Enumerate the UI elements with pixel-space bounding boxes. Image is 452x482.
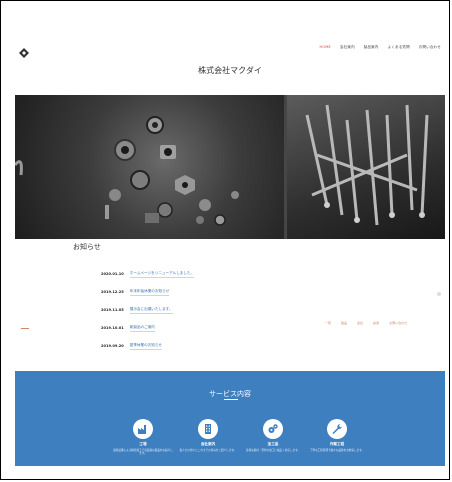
service-label: 作業工程 — [329, 442, 345, 446]
side-links: 一覧 製品 会社 採用 お問い合わせ — [325, 321, 407, 325]
service-label: 会社案内 — [200, 442, 216, 446]
news-heading: お知らせ — [73, 243, 101, 251]
nav-item-faq[interactable]: よくある質問 — [388, 45, 410, 50]
service-card-factory[interactable]: 工場 最新設備による精密加工で高品質な製品をお届けします。 — [108, 419, 178, 456]
news-item: 2019.10.01 新製品のご案内 — [101, 319, 194, 337]
nav-item-home[interactable]: HOME — [320, 45, 331, 50]
news-item: 2019.12.25 年末年始休業のお知らせ — [101, 283, 194, 301]
factory-icon — [133, 419, 153, 439]
service-card-products[interactable]: 加工品 多様な素材・形状の加工に幅広く対応します。 — [238, 419, 308, 452]
hero-image-shafts — [287, 95, 445, 239]
nav-item-contact[interactable]: お問い合わせ — [419, 45, 441, 50]
heading-underline — [224, 399, 238, 400]
news-item: 2019.11.05 展示会に出展いたします。 — [101, 301, 194, 319]
service-desc: 丁寧な工程管理で確かな品質をお約束します。 — [309, 449, 365, 452]
news-date: 2019.09.20 — [101, 344, 124, 348]
news-date: 2019.11.05 — [101, 308, 124, 312]
services-section: サービス内容 工場 最新設備による精密加工で高品質な製品をお届けします。 会社案… — [15, 371, 445, 466]
nav-item-products[interactable]: 製品案内 — [364, 45, 379, 50]
service-desc: 最新設備による精密加工で高品質な製品をお届けします。 — [113, 449, 173, 456]
website: HOME 会社案内 製品案内 よくある質問 お問い合わせ 株式会社マクダイ お知… — [15, 41, 445, 466]
hero-image-parts — [15, 95, 285, 239]
side-link[interactable]: 採用 — [373, 321, 379, 325]
news-item: 2020.01.10 ホームページをリニューアルしました。 — [101, 265, 195, 283]
news-date: 2020.01.10 — [101, 272, 124, 276]
news-date: 2019.10.01 — [101, 326, 124, 330]
main-nav: HOME 会社案内 製品案内 よくある質問 お問い合わせ — [320, 45, 441, 50]
side-link[interactable]: 一覧 — [325, 321, 331, 325]
service-card-process[interactable]: 作業工程 丁寧な工程管理で確かな品質をお約束します。 — [302, 419, 372, 452]
company-name: 株式会社マクダイ — [198, 66, 262, 75]
service-card-company[interactable]: 会社案内 私たちの想いとこれまでの歩みをご紹介します。 — [173, 419, 243, 452]
side-link[interactable]: お問い合わせ — [389, 321, 407, 325]
service-label: 加工品 — [267, 442, 279, 446]
gears-icon — [263, 419, 283, 439]
news-link[interactable]: 年末年始休業のお知らせ — [129, 289, 170, 296]
service-desc: 多様な素材・形状の加工に幅広く対応します。 — [245, 449, 301, 452]
nav-item-company[interactable]: 会社案内 — [340, 45, 355, 50]
building-icon — [198, 419, 218, 439]
side-mark — [21, 328, 29, 329]
news-item: 2019.09.20 夏季休業のお知らせ — [101, 337, 194, 355]
scroll-dot[interactable] — [437, 292, 441, 296]
company-logo[interactable] — [19, 43, 29, 58]
side-link[interactable]: 会社 — [357, 321, 363, 325]
side-link[interactable]: 製品 — [341, 321, 347, 325]
wrench-icon — [327, 419, 347, 439]
service-desc: 私たちの想いとこれまでの歩みをご紹介します。 — [179, 449, 237, 452]
news-link[interactable]: 新製品のご案内 — [129, 325, 155, 332]
news-date: 2019.12.25 — [101, 290, 124, 294]
services-heading: サービス内容 — [209, 390, 251, 398]
news-link[interactable]: 夏季休業のお知らせ — [129, 343, 163, 350]
news-list: 2020.01.10 ホームページをリニューアルしました。 2019.12.25… — [101, 265, 195, 355]
service-label: 工場 — [139, 442, 147, 446]
hero-slider[interactable] — [15, 95, 445, 239]
page-frame: HOME 会社案内 製品案内 よくある質問 お問い合わせ 株式会社マクダイ お知… — [0, 0, 450, 480]
news-link[interactable]: 展示会に出展いたします。 — [129, 307, 173, 314]
news-link[interactable]: ホームページをリニューアルしました。 — [129, 271, 195, 278]
